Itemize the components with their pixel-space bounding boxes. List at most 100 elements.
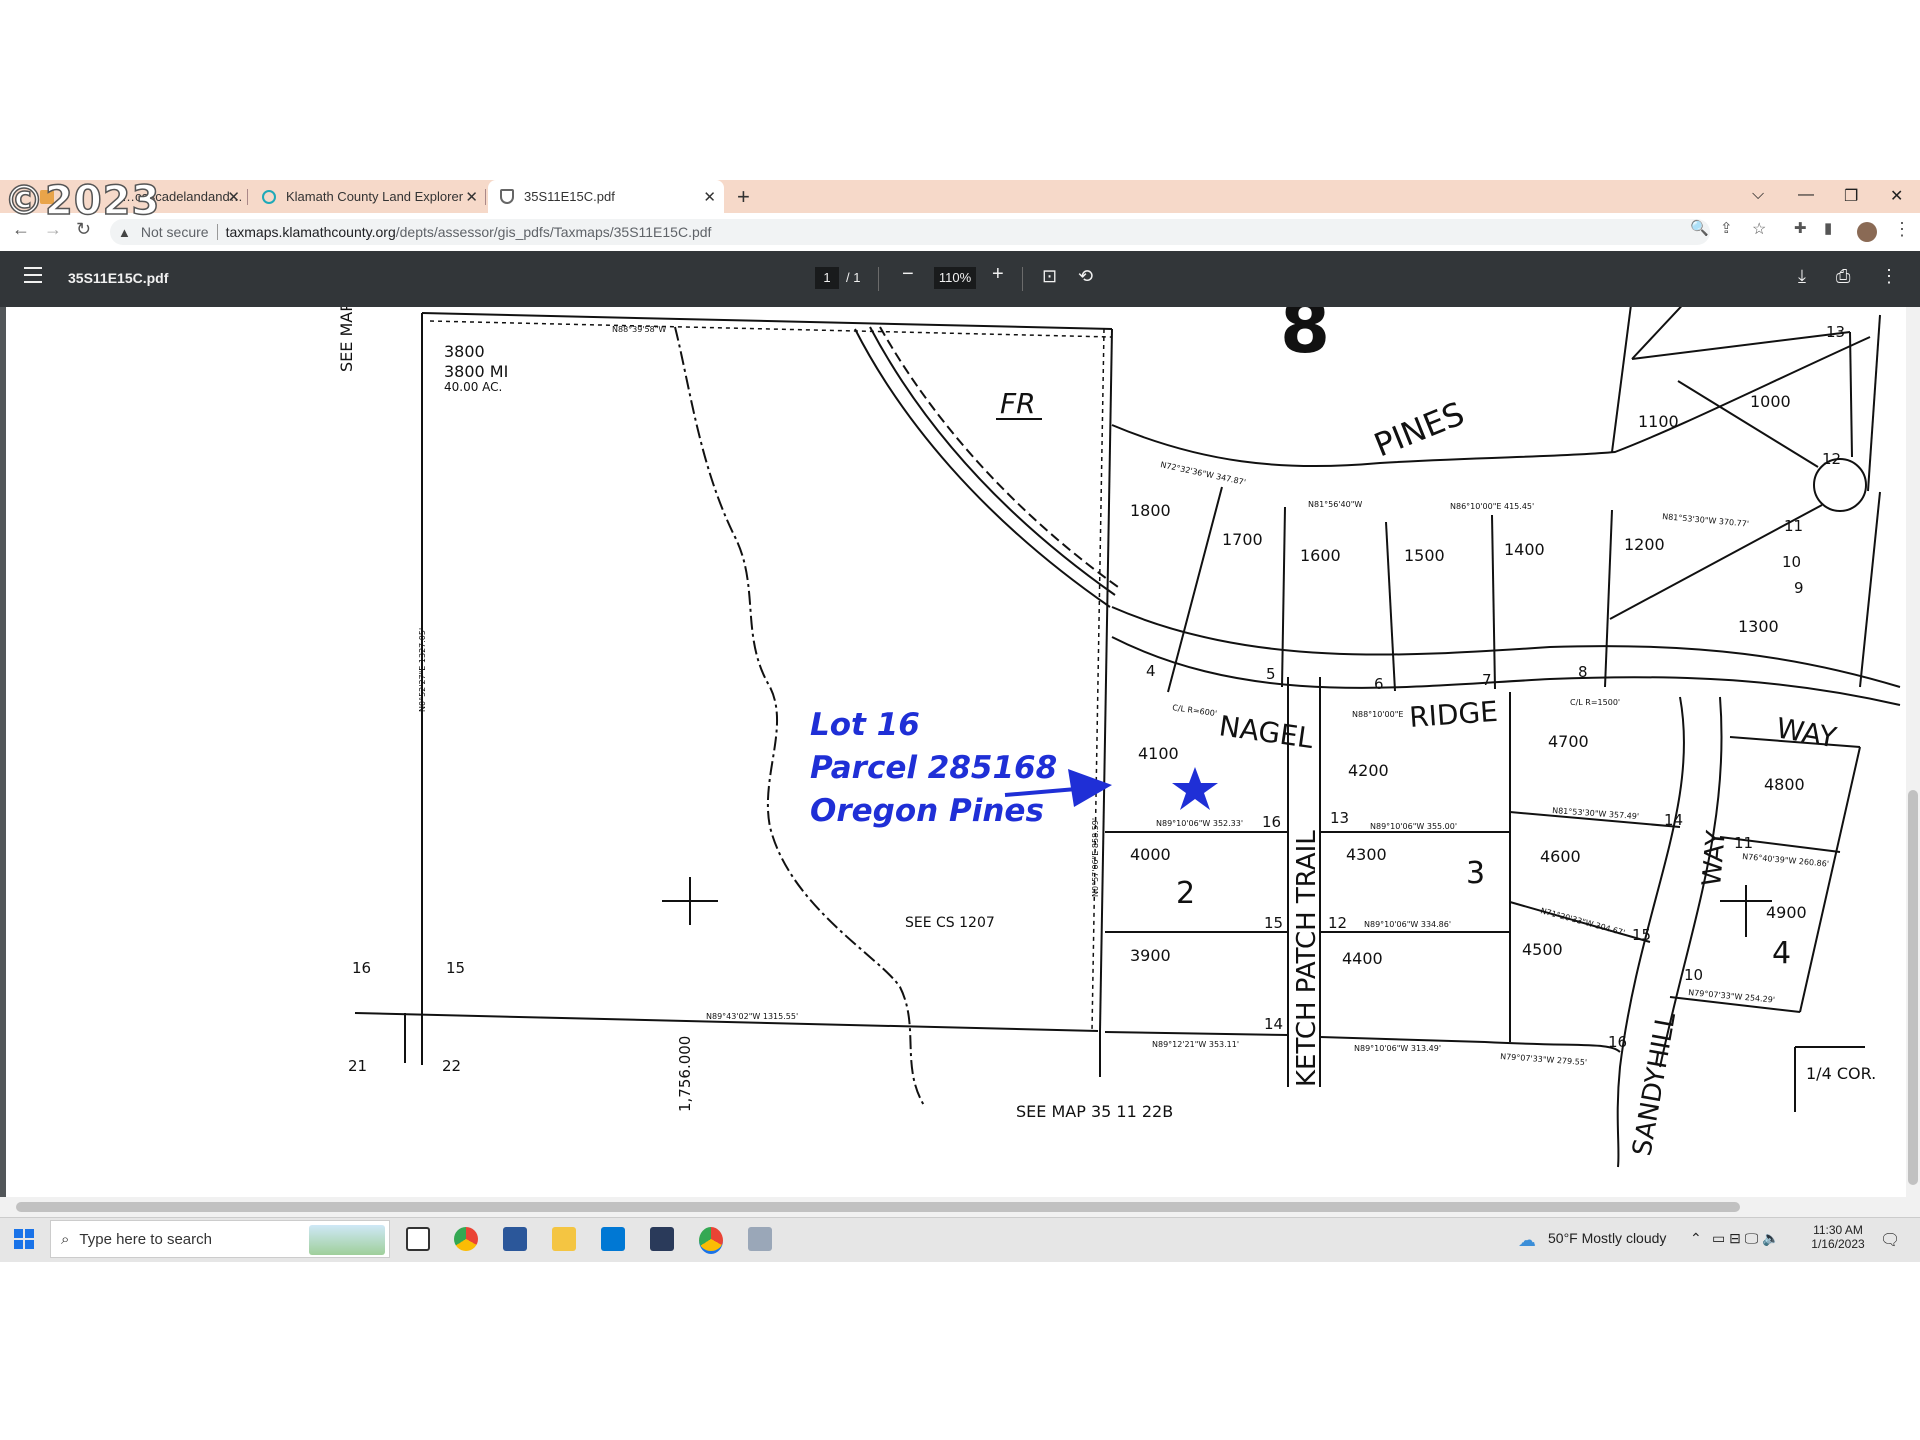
block-number: 3 <box>1466 856 1485 891</box>
clock[interactable]: 11:30 AM 1/16/2023 <box>1808 1223 1868 1251</box>
parcel-label: 1000 <box>1750 392 1791 411</box>
extensions-icon[interactable]: ✚ <box>1794 219 1807 237</box>
annotation-lot: Lot 16 <box>810 707 920 743</box>
app-icon[interactable] <box>650 1227 674 1251</box>
lot-number: 15 <box>1264 914 1283 932</box>
bearing-label: C/L R=600' <box>1172 703 1218 718</box>
hamburger-menu-icon[interactable] <box>24 267 42 288</box>
chrome-icon[interactable] <box>454 1227 478 1251</box>
lot-number: 12 <box>1822 450 1841 468</box>
mail-icon[interactable] <box>601 1227 625 1251</box>
see-map-bottom-label: SEE MAP 35 11 22B <box>1016 1102 1173 1121</box>
parcel-label: 1200 <box>1624 535 1665 554</box>
nagel-label: NAGEL <box>1217 709 1316 755</box>
acreage-label: 40.00 AC. <box>444 380 502 394</box>
taskbar-search-box[interactable]: ⌕ Type here to search <box>50 1220 390 1258</box>
menu-kebab-icon[interactable]: ⋮ <box>1893 219 1911 240</box>
parcel-label: 4600 <box>1540 847 1581 866</box>
pdf-filename: 35S11E15C.pdf <box>68 270 169 286</box>
close-icon[interactable]: ✕ <box>703 188 716 206</box>
file-explorer-icon[interactable] <box>552 1227 576 1251</box>
pdf-shield-icon <box>500 189 514 204</box>
tray-chevron-icon[interactable]: ⌃ <box>1690 1230 1702 1247</box>
new-tab-button[interactable]: + <box>737 184 750 210</box>
parcel-label: 4300 <box>1346 845 1387 864</box>
lot-number: 7 <box>1482 671 1492 689</box>
windows-start-icon[interactable] <box>14 1229 34 1249</box>
parcel-label: 4800 <box>1764 775 1805 794</box>
share-icon[interactable]: ⇪ <box>1720 219 1733 237</box>
zoom-in-button[interactable]: + <box>992 263 1004 286</box>
page-number-input[interactable]: 1 <box>815 267 839 289</box>
bearing-label: N89°43'02"W 1315.55' <box>706 1012 798 1021</box>
parcel-label: 1400 <box>1504 540 1545 559</box>
vertical-dimension: 1,756.000 <box>676 1036 694 1112</box>
section-corner-22: 22 <box>442 1057 461 1075</box>
more-options-icon[interactable]: ⋮ <box>1880 266 1898 287</box>
parcel-label: 1600 <box>1300 546 1341 565</box>
word-icon[interactable] <box>503 1227 527 1251</box>
parcel-label: 4500 <box>1522 940 1563 959</box>
bearing-label: N89°12'21"W 353.11' <box>1152 1040 1239 1049</box>
zoom-level-input[interactable]: 110% <box>934 267 976 289</box>
parcel-label: 1800 <box>1130 501 1171 520</box>
lot-number: 6 <box>1374 675 1384 693</box>
minimize-button[interactable]: — <box>1798 186 1814 204</box>
ketch-patch-trail-label: KETCH PATCH TRAIL <box>1292 830 1322 1087</box>
close-window-button[interactable]: ✕ <box>1890 186 1903 206</box>
tab-search-chevron-icon[interactable]: ⌵ <box>1752 186 1764 204</box>
lot-number: 9 <box>1794 579 1804 597</box>
avatar[interactable] <box>1857 222 1877 242</box>
weather-cloud-icon: ☁ <box>1518 1230 1536 1250</box>
bearing-label: N71°20'33"W 304.67' <box>1539 906 1625 937</box>
divider <box>878 267 879 291</box>
way-label: WAY <box>1774 711 1840 754</box>
close-icon[interactable]: ✕ <box>465 188 478 206</box>
fit-page-icon[interactable]: ⊡ <box>1042 266 1057 287</box>
zoom-icon[interactable]: 🔍 <box>1690 219 1709 237</box>
parcel-label: 4900 <box>1766 903 1807 922</box>
bearing-label: N79°07'33"W 279.55' <box>1500 1052 1587 1067</box>
parcel-label: 4200 <box>1348 761 1389 780</box>
lot-number: 14 <box>1264 1015 1283 1033</box>
vertical-scroll-thumb[interactable] <box>1908 790 1918 1185</box>
warning-icon: ▲ <box>118 224 131 240</box>
side-panel-icon[interactable]: ▮ <box>1824 219 1832 237</box>
tax-map[interactable]: Lot 16 Parcel 285168 Oregon Pines 8 SEE … <box>0 307 1906 1197</box>
lot-number: 12 <box>1328 914 1347 932</box>
chrome-active-icon[interactable] <box>699 1227 723 1254</box>
task-view-icon[interactable] <box>406 1227 430 1251</box>
section-corner-21: 21 <box>348 1057 367 1075</box>
see-map-top: SEE MAP <box>337 307 356 372</box>
notification-icon[interactable]: 🗨 <box>1880 1230 1900 1250</box>
tab-label: Klamath County Land Explorer <box>286 189 464 204</box>
rotate-icon[interactable]: ⟲ <box>1078 266 1093 287</box>
sandyhill-way-label: WAY <box>1697 829 1732 887</box>
zoom-out-button[interactable]: − <box>902 263 914 286</box>
land-explorer-icon <box>262 189 276 204</box>
bearing-label: N76°40'39"W 260.86' <box>1742 852 1830 869</box>
bookmark-star-icon[interactable]: ☆ <box>1752 219 1766 239</box>
pdf-app-icon[interactable] <box>748 1227 772 1251</box>
tab-land-explorer[interactable]: Klamath County Land Explorer ✕ <box>250 180 486 213</box>
bearing-label: N89°10'06"W 313.49' <box>1354 1044 1441 1053</box>
restore-button[interactable]: ❐ <box>1844 186 1858 206</box>
lot-number: 8 <box>1578 663 1588 681</box>
close-icon[interactable]: ✕ <box>227 188 240 206</box>
bearing-label: N0°57'06"E 858.59' <box>1091 818 1100 897</box>
address-bar[interactable]: ▲ Not secure taxmaps.klamathcounty.org/d… <box>110 219 1710 245</box>
weather-text[interactable]: 50°F Mostly cloudy <box>1548 1230 1666 1246</box>
tab-pdf[interactable]: 35S11E15C.pdf ✕ <box>488 180 724 213</box>
download-icon[interactable]: ⤓ <box>1798 266 1806 287</box>
parcel-label: 4700 <box>1548 732 1589 751</box>
print-icon[interactable]: ⎙ <box>1836 266 1850 287</box>
clock-time: 11:30 AM <box>1813 1223 1863 1237</box>
tray-icons[interactable]: ▭ ⊟ 🖵 🔈 <box>1712 1230 1780 1247</box>
parcel-label: 1100 <box>1638 412 1679 431</box>
pdf-toolbar: 35S11E15C.pdf 1 / 1 − 110% + ⊡ ⟲ ⤓ ⎙ ⋮ <box>0 251 1920 307</box>
divider <box>216 224 218 240</box>
bearing-label: C/L R=1500' <box>1570 698 1620 707</box>
horizontal-scroll-thumb[interactable] <box>16 1202 1740 1212</box>
section-corner-15: 15 <box>446 959 465 977</box>
url-host: taxmaps.klamathcounty.org <box>225 224 396 240</box>
